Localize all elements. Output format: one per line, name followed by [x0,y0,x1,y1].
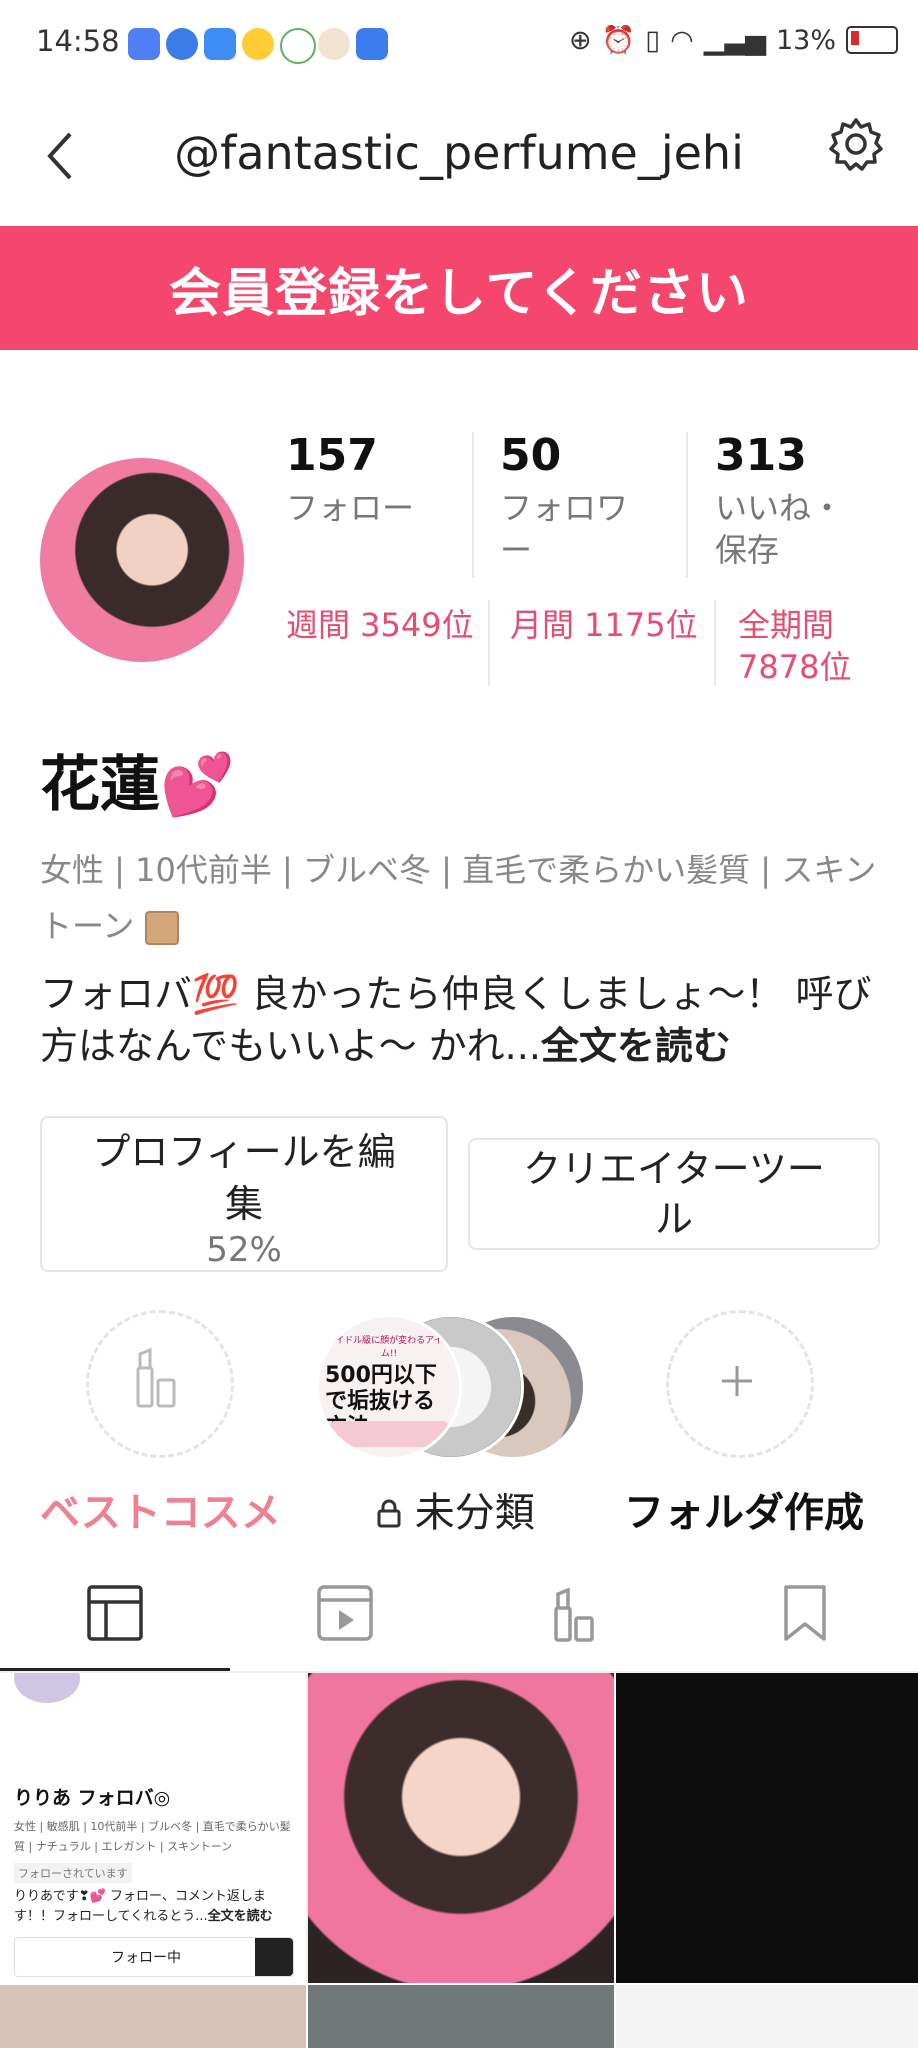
edit-profile-label: プロフィールを編集 [92,1130,396,1226]
settings-gear-icon [829,118,883,171]
likes-count: 313 [715,430,807,481]
edit-profile-progress: 52% [206,1230,282,1270]
grid-post-5[interactable] [308,1985,614,2048]
grid-icon[interactable] [86,1584,144,1642]
browser-app-icon [166,28,198,60]
register-banner[interactable]: 会員登録をしてください [0,226,918,350]
divider [714,600,716,686]
grid-post-3[interactable] [616,1673,918,1983]
bio-text: フォロバ💯 良かったら仲良くしましょ〜！ 呼び方はなんでもいいよ〜 かれ... [40,972,872,1068]
system-status: ⊕ ⏰ ▯ ◠ ▁▃▅ 13% [569,24,898,56]
creator-tools-label: クリエイターツール [523,1147,825,1241]
uncategorized-folder[interactable]: アイドル級に顔が変わるアイテム!! 500円以下で垢抜ける方法 [316,1310,586,1460]
settings-button[interactable] [828,116,884,172]
grid-post-6[interactable] [616,1985,918,2048]
weekly-rank[interactable]: 週間 3549位 [286,604,474,646]
card-attrs: 女性 | 敏感肌 | 10代前半 | ブルベ冬 | 直毛で柔らかい髪質 | ナチ… [14,1820,291,1853]
best-cosme-circle[interactable] [86,1310,234,1458]
card-name: りりあ フォロバ◎ [14,1787,171,1809]
weather-icon [242,28,274,60]
likes-label: いいね・保存 [715,489,844,569]
bell-icon[interactable] [255,1938,293,1976]
card-avatar [14,1673,80,1703]
profile-handle: @fantastic_perfume_jehi [174,126,744,180]
lipstick-tab-icon[interactable] [546,1584,604,1642]
video-icon[interactable] [316,1584,374,1642]
plus-icon [722,1366,752,1396]
register-banner-text: 会員登録をしてください [169,263,749,324]
divider [472,432,474,578]
uncategorized-text: 未分類 [414,1490,535,1536]
data-saver-icon: ⊕ [569,24,592,56]
creator-tools-button[interactable]: クリエイターツール [468,1138,880,1250]
avatar[interactable] [40,458,244,662]
alarm-icon: ⏰ [601,25,636,56]
card-read-more[interactable]: 全文を読む [208,1909,273,1924]
followers-stat[interactable]: 50 フォロワー [500,430,650,571]
profile-bio: フォロバ💯 良かったら仲良くしましょ〜！ 呼び方はなんでもいいよ〜 かれ...全… [40,968,890,1072]
following-label: フォロー [286,489,415,527]
lipstick-icon [136,1347,176,1408]
grid-post-2[interactable] [308,1673,614,1983]
monthly-rank[interactable]: 月間 1175位 [510,604,698,646]
signal-icon: ▁▃▅ [703,24,766,56]
profile-attributes: 女性 | 10代前半 | ブルベ冬 | 直毛で柔らかい髪質 | スキントーン [40,842,880,954]
translate-app-icon [128,28,160,60]
divider [686,432,688,578]
uncategorized-label[interactable]: 未分類 [376,1480,535,1538]
clock-app-icon [280,28,316,64]
card-follow-button[interactable]: フォロー中 [14,1937,294,1977]
create-folder-label[interactable]: フォルダ作成 [624,1480,864,1538]
back-button[interactable] [38,126,82,186]
app-icon [204,28,236,60]
lock-icon [377,1499,401,1528]
battery-icon [846,26,898,54]
thumb-small-text: アイドル級に顔が変わるアイテム!! [326,1336,452,1359]
best-cosme-label[interactable]: ベストコスメ [40,1480,281,1538]
grid-post-4[interactable] [0,1985,306,2048]
card-followed-tag: フォローされています [14,1863,132,1883]
skin-tone-swatch [144,911,179,945]
read-more-link[interactable]: 全文を読む [541,1024,731,1068]
followers-label: フォロワー [500,489,629,569]
thumb-cosmetics [329,1421,449,1447]
vibrate-icon: ▯ [645,24,661,56]
followers-count: 50 [500,430,562,481]
following-stat[interactable]: 157 フォロー [286,430,466,529]
card-follow-label: フォロー中 [111,1950,181,1966]
bookmark-icon[interactable] [776,1584,834,1642]
back-arrow-icon [47,132,72,180]
following-count: 157 [286,430,378,481]
likes-stat[interactable]: 313 いいね・保存 [715,430,855,571]
create-folder-circle[interactable] [666,1310,814,1458]
rabbit-app-icon [318,28,350,60]
wifi-icon: ◠ [670,24,694,56]
divider [488,600,490,686]
keyboard-app-icon [356,28,388,60]
folder-thumb-1: アイドル級に顔が変わるアイテム!! 500円以下で垢抜ける方法 [316,1314,462,1460]
status-time: 14:58 [36,24,120,58]
alltime-rank[interactable]: 全期間7878位 [738,604,858,688]
status-bar: 14:58 ⊕ ⏰ ▯ ◠ ▁▃▅ 13% [0,0,918,88]
edit-profile-button[interactable]: プロフィールを編集 52% [40,1116,448,1272]
battery-percent: 13% [775,24,836,56]
card-bio: りりあです❣💕 フォロー、コメント返します！！フォローしてくれるとう...全文を… [14,1887,296,1927]
profile-name: 花蓮💕 [40,750,235,820]
grid-post-1[interactable]: りりあ フォロバ◎ 女性 | 敏感肌 | 10代前半 | ブルベ冬 | 直毛で柔… [0,1673,308,1983]
